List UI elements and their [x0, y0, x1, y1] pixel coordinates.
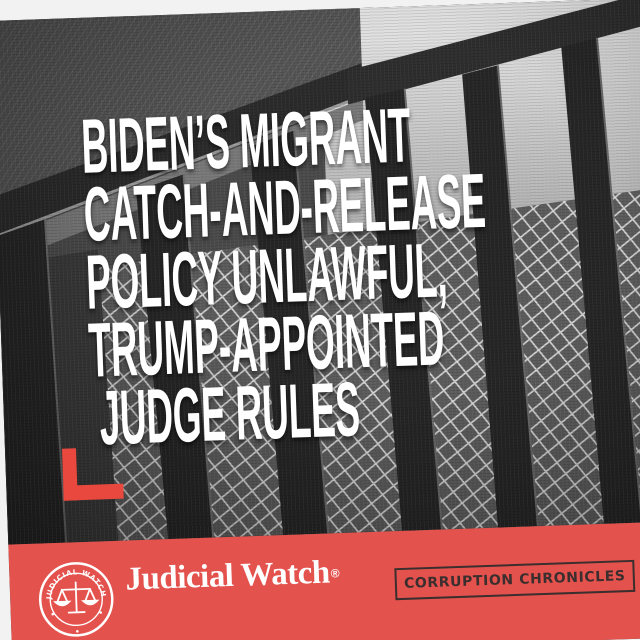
brand-name: Judicial Watch® [124, 554, 340, 598]
corner-bracket-horizontal [63, 483, 124, 501]
badge-label: CORRUPTION CHRONICLES [403, 568, 626, 592]
news-card: BIDEN’S MIGRANT CATCH-AND-RELEASE POLICY… [0, 0, 640, 640]
brand-name-text: Judicial Watch [124, 554, 331, 598]
scales-of-justice-icon [53, 581, 100, 614]
corruption-chronicles-badge: CORRUPTION CHRONICLES [394, 559, 636, 601]
judicial-watch-seal-logo: JUDICIAL WATCH [37, 560, 116, 639]
headline: BIDEN’S MIGRANT CATCH-AND-RELEASE POLICY… [80, 92, 524, 461]
seal-icon: JUDICIAL WATCH [38, 562, 114, 637]
graphic-canvas: BIDEN’S MIGRANT CATCH-AND-RELEASE POLICY… [0, 0, 640, 640]
registered-mark: ® [330, 566, 340, 581]
corner-bracket-icon [61, 447, 124, 501]
